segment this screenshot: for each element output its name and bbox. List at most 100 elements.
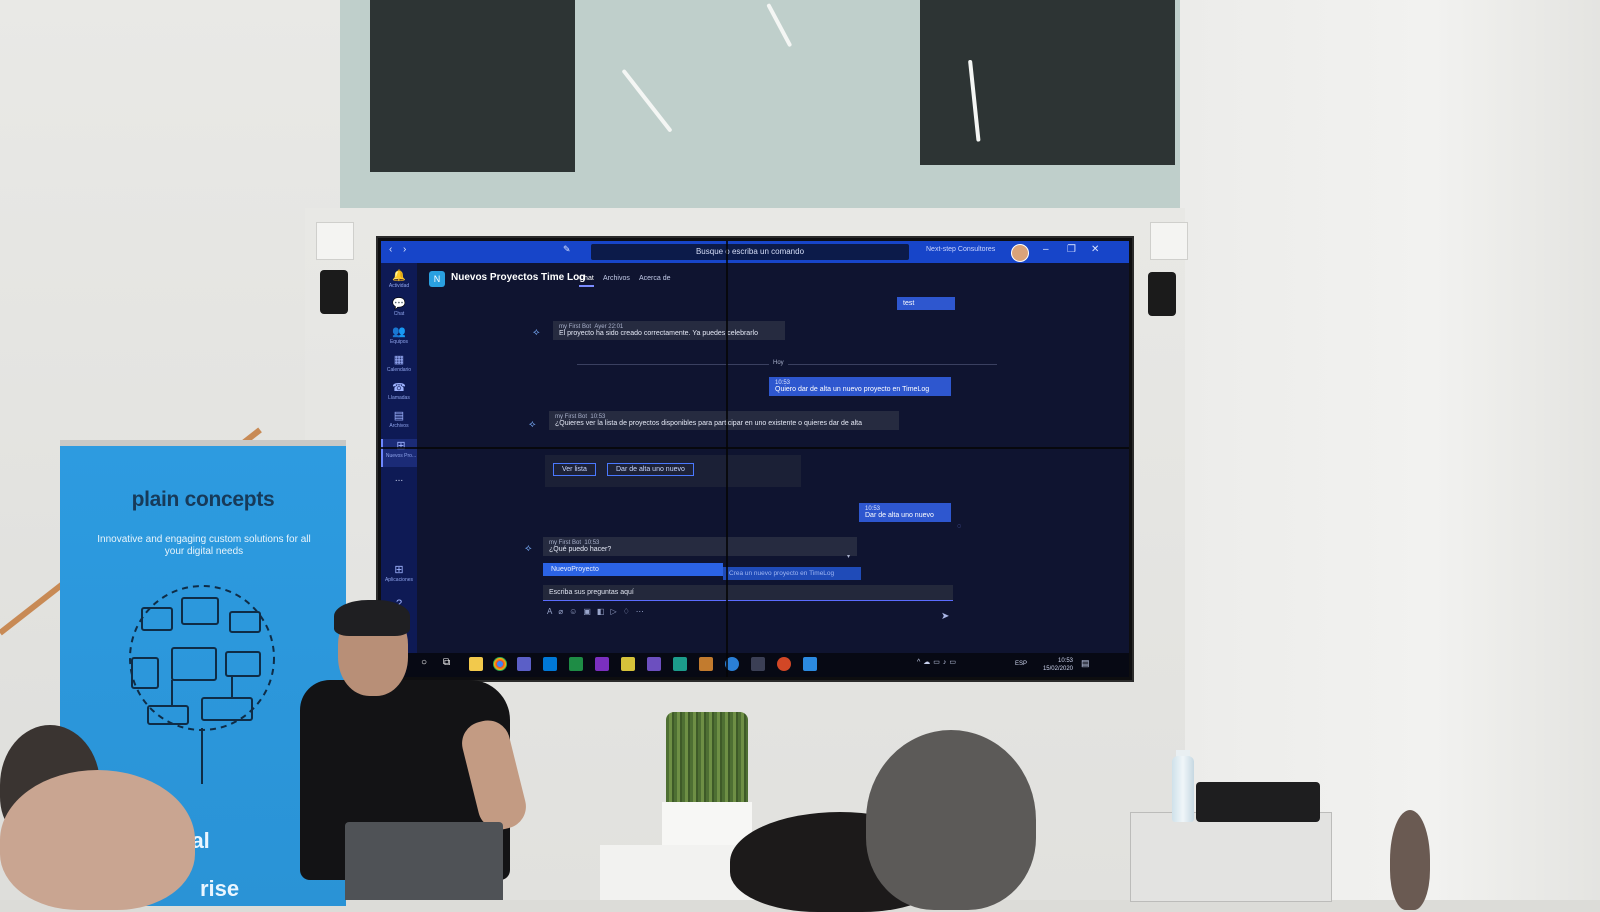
bot-message: my First Bot 10:53 ¿Qué puedo hacer? [543,537,857,556]
outlook-icon[interactable] [543,657,557,671]
clock-time: 10:53 [1057,658,1073,664]
rail-label: Archivos [389,423,409,429]
bot-avatar-icon: ⟡ [529,419,536,430]
rail-label: Nuevos Pro... [385,453,417,459]
seen-icon: ◌ [957,523,962,530]
rail-item-actividad[interactable]: 🔔 Actividad [381,269,417,297]
file-explorer-icon[interactable] [469,657,483,671]
calendar-icon: ▦ [393,354,405,366]
bot-message: my First Bot Ayer 22:01 El proyecto ha s… [553,321,785,340]
chat-pane: N Nuevos Proyectos Time Log Chat Archivo… [417,263,1129,653]
sticker-icon[interactable]: ◧ [597,607,611,616]
user-message: test [897,297,955,310]
rail-label: Aplicaciones [384,577,414,583]
dar-de-alta-button[interactable]: Dar de alta uno nuevo [607,463,694,476]
user-message: 10:53 Quiero dar de alta un nuevo proyec… [769,377,951,396]
bot-message: my First Bot 10:53 ¿Quieres ver la lista… [549,411,899,430]
ver-lista-button[interactable]: Ver lista [553,463,596,476]
system-tray-icons[interactable]: ^☁▭♪▭ [917,658,959,666]
rail-item-calendario[interactable]: ▦ Calendario [381,353,417,381]
visual-studio-icon[interactable] [647,657,661,671]
phone-icon: ☎ [392,382,406,394]
tab-archivos[interactable]: Archivos [603,275,630,282]
speaker-mount [1150,222,1188,260]
teams-icon: 👥 [392,326,406,338]
app-icon[interactable] [699,657,713,671]
tech-brain-illustration [129,585,275,784]
taskbar-clock[interactable]: 10:53 15/02/2020 [1033,657,1073,673]
search-input[interactable]: Busque o escriba un comando [591,244,909,260]
cabinet [1130,812,1332,902]
forward-arrow-icon[interactable]: › [403,244,406,255]
date-divider: Hoy [769,360,788,366]
input-language[interactable]: ESP [1015,661,1027,667]
video-wall-seam [381,447,1129,449]
apps-icon: ⊞ [394,564,404,576]
app-icon[interactable] [621,657,635,671]
bot-text: ¿Quieres ver la lista de proyectos dispo… [555,420,863,427]
powerpoint-icon[interactable] [777,657,791,671]
more-apps-icon[interactable]: ... [381,473,417,501]
settings-icon[interactable] [751,657,765,671]
tab-chat[interactable]: Chat [579,275,594,287]
rail-label: Calendario [386,367,412,373]
rail-item-equipos[interactable]: 👥 Equipos [381,325,417,353]
speaker-right [1148,272,1176,316]
minimize-icon[interactable]: – [1043,244,1049,255]
back-arrow-icon[interactable]: ‹ [389,244,392,255]
praise-icon[interactable]: ♢ [623,607,636,616]
rail-item-llamadas[interactable]: ☎ Llamadas [381,381,417,409]
onenote-icon[interactable] [595,657,609,671]
format-toolbar: A⌀☺▣◧▷♢⋯ [547,607,650,616]
ceiling-light [766,3,793,48]
emoji-icon[interactable]: ☺ [569,607,583,616]
send-icon[interactable]: ➤ [941,611,949,622]
close-icon[interactable]: ✕ [1091,244,1099,255]
water-bottle [1172,756,1194,822]
format-icon[interactable]: A [547,607,558,616]
tab-acerca-de[interactable]: Acerca de [639,275,671,282]
meet-icon[interactable]: ▷ [610,607,622,616]
compose-icon[interactable]: ✎ [563,244,571,255]
window-pane-right [920,0,1175,165]
teams-app-icon[interactable] [517,657,531,671]
audience-head [866,730,1036,910]
notification-icon[interactable]: ▤ [1081,658,1090,669]
app-icon: ⊞ [396,440,406,452]
avatar[interactable] [1011,244,1029,262]
plant [666,712,748,808]
message-composer[interactable]: Escriba sus preguntas aquí [543,585,953,601]
teams-titlebar: ‹ › ✎ Busque o escriba un comando Next-s… [381,241,1129,263]
app-icon[interactable] [803,657,817,671]
app-icon[interactable] [673,657,687,671]
message-text: Dar de alta uno nuevo [865,512,934,519]
upper-window [340,0,1196,214]
excel-icon[interactable] [569,657,583,671]
task-view-icon[interactable]: ⧉ [443,657,450,668]
chevron-down-icon[interactable]: ▾ [847,553,850,560]
bot-text: El proyecto ha sido creado correctamente… [559,330,758,337]
attach-icon[interactable]: ⌀ [558,607,569,616]
ceiling-light [621,68,673,133]
maximize-icon[interactable]: ❐ [1067,244,1076,255]
rail-item-archivos[interactable]: ▤ Archivos [381,409,417,437]
teams-display: ‹ › ✎ Busque o escriba un comando Next-s… [378,238,1132,680]
rail-label: Llamadas [388,395,410,401]
app-rail: 🔔 Actividad 💬 Chat 👥 Equipos ▦ Calendario ☎ L… [381,263,419,653]
chrome-icon[interactable] [493,657,507,671]
more-icon[interactable]: ⋯ [636,607,650,616]
rail-item-aplicaciones[interactable]: ⊞ Aplicaciones [381,563,417,591]
laptop [345,822,503,900]
search-icon[interactable]: ○ [421,657,427,668]
bot-avatar-icon: ⟡ [533,327,540,338]
audience-head [0,770,195,910]
rail-item-chat[interactable]: 💬 Chat [381,297,417,325]
windows-taskbar: ○ ⧉ ^☁▭♪▭ ESP 10:53 15/02/2020 ▤ [381,653,1129,677]
gif-icon[interactable]: ▣ [583,607,597,616]
command-suggestion[interactable]: NuevoProyecto [543,563,723,576]
org-switcher[interactable]: Next-step Consultores [926,246,995,253]
bot-avatar-icon: ⟡ [525,543,532,554]
rail-label: Equipos [389,339,409,345]
video-wall-seam [726,241,728,677]
rail-item-nuevos-proyectos[interactable]: ⊞ Nuevos Pro... [381,439,419,467]
